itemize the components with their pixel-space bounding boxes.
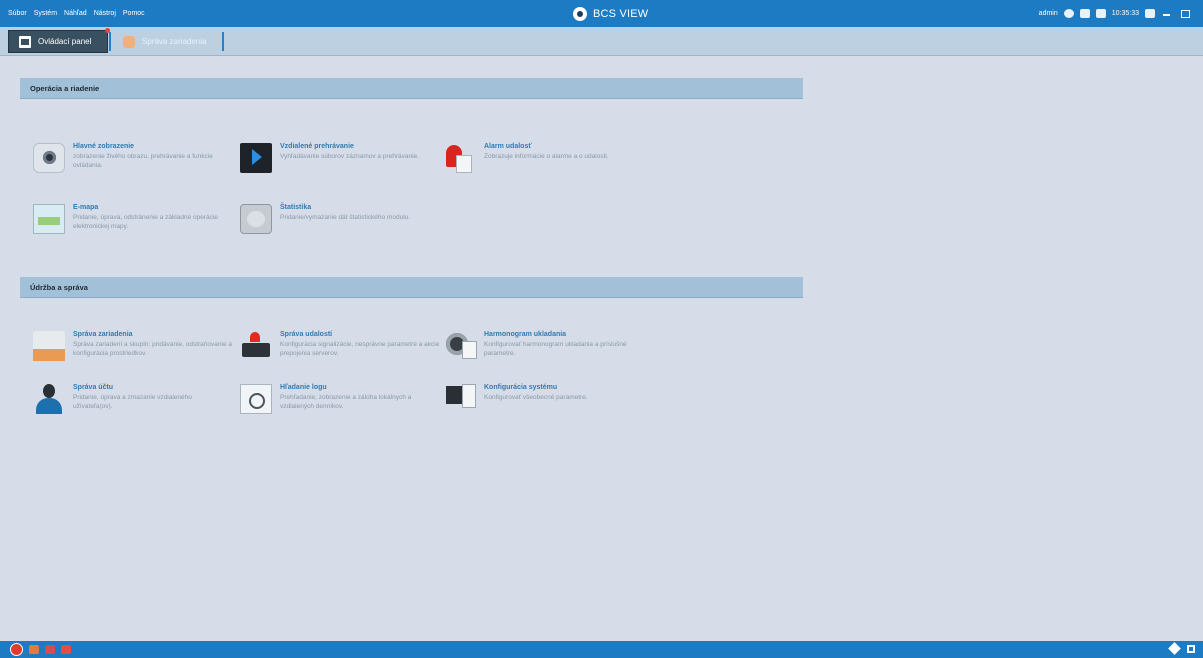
item-description: Konfigurovať harmonogram ukladania a prí…: [484, 341, 627, 357]
item-description: Konfigurácia signalizácie, nesprávne par…: [280, 341, 440, 357]
statistics-icon: [240, 204, 272, 234]
device-management-icon: [33, 331, 65, 361]
event-icon[interactable]: [29, 645, 39, 654]
alarm-warning-icon[interactable]: [10, 643, 23, 656]
tab-label: Ovládací panel: [38, 37, 92, 46]
app-title: BCS VIEW: [593, 8, 649, 20]
menu-tools[interactable]: Nástroj: [94, 10, 116, 17]
item-description: zobrazenie živého obrazu, prehrávanie a …: [73, 153, 213, 169]
tab-control-panel[interactable]: Ovládací panel: [8, 28, 110, 53]
audio-icon[interactable]: [61, 645, 71, 654]
item-remote-playback[interactable]: Vzdialené prehrávanie Vyhľadávanie súbor…: [240, 143, 440, 183]
alarm-icon: [444, 143, 476, 173]
clock: 10:35:33: [1111, 10, 1139, 17]
title-bar: Súbor Systém Náhľad Nástroj Pomoc BCS VI…: [0, 0, 1203, 27]
item-description: Vyhľadávanie súborov záznamov a prehráva…: [280, 153, 419, 160]
home-icon: [19, 35, 31, 48]
item-title: Správa zariadenia: [73, 331, 133, 338]
window-icon[interactable]: [1187, 644, 1195, 653]
menu-file[interactable]: Súbor: [8, 10, 27, 17]
bottom-right-tools: [1168, 642, 1195, 655]
menu-system[interactable]: Systém: [34, 10, 57, 17]
item-title: Správa udalostí: [280, 331, 333, 338]
log-search-icon: [240, 384, 272, 414]
item-title: Štatistika: [280, 204, 312, 211]
emap-icon: [33, 204, 65, 234]
tab-device-management[interactable]: Správa zariadenia: [113, 30, 223, 53]
status-area: admin 10:35:33: [1039, 0, 1191, 27]
pin-icon[interactable]: [1168, 642, 1181, 655]
item-user-account[interactable]: Správa účtu Pridanie, úprava a zmazanie …: [33, 384, 233, 424]
bottom-left-tools: [10, 643, 71, 656]
tab-bar: Ovládací panel Správa zariadenia: [0, 27, 1203, 56]
item-title: Správa účtu: [73, 384, 114, 391]
tab-label: Správa zariadenia: [142, 37, 207, 46]
item-description: Pridanie, úprava, odstránenie a základné…: [73, 214, 218, 230]
item-description: Pridanie, úprava a zmazanie vzdialeného …: [73, 394, 192, 410]
menu-bar: Súbor Systém Náhľad Nástroj Pomoc: [8, 0, 152, 27]
item-title: E-mapa: [73, 204, 99, 211]
maximize-button[interactable]: [1179, 9, 1191, 18]
item-log-search[interactable]: Hľadanie logu Prehľadanie, zobrazenie a …: [240, 384, 440, 424]
item-description: Zobrazuje informácie o alarme a o udalos…: [484, 153, 609, 160]
tab-divider: [109, 32, 111, 51]
user-account-icon: [33, 384, 65, 414]
app-brand: BCS VIEW: [573, 5, 648, 23]
menu-help[interactable]: Pomoc: [123, 10, 145, 17]
menu-view[interactable]: Náhľad: [64, 10, 87, 17]
item-emap[interactable]: E-mapa Pridanie, úprava, odstránenie a z…: [33, 204, 233, 244]
item-description: Prehľadanie, zobrazenie a záloha lokálny…: [280, 394, 412, 410]
item-description: Pridanie/vymazanie dát štatistického mod…: [280, 214, 411, 221]
item-device-management[interactable]: Správa zariadenia Správa zariadení a sku…: [33, 331, 233, 371]
app-logo-icon: [573, 7, 587, 21]
item-storage-schedule[interactable]: Harmonogram ukladania Konfigurovať harmo…: [444, 331, 644, 371]
item-main-view[interactable]: Hlavné zobrazenie zobrazenie živého obra…: [33, 143, 233, 183]
tab-divider: [222, 32, 224, 51]
camera-icon: [33, 143, 65, 173]
minimize-button[interactable]: [1161, 9, 1173, 18]
item-title: Vzdialené prehrávanie: [280, 143, 354, 150]
network-icon[interactable]: [1063, 9, 1074, 18]
item-system-config[interactable]: Konfigurácia systému Konfigurovať všeobe…: [444, 384, 644, 424]
item-title: Hľadanie logu: [280, 384, 327, 391]
item-title: Hlavné zobrazenie: [73, 143, 135, 150]
item-event-management[interactable]: Správa udalostí Konfigurácia signalizáci…: [240, 331, 440, 371]
playback-icon: [240, 143, 272, 173]
event-management-icon: [240, 331, 272, 361]
item-alarm-event[interactable]: Alarm udalosť Zobrazuje informácie o ala…: [444, 143, 644, 183]
item-title: Konfigurácia systému: [484, 384, 558, 391]
system-config-icon: [444, 384, 476, 414]
item-description: Konfigurovať všeobecné parametre.: [484, 394, 588, 401]
storage-schedule-icon: [444, 331, 477, 361]
bottom-bar: [0, 641, 1203, 658]
username[interactable]: admin: [1039, 10, 1058, 17]
item-title: Harmonogram ukladania: [484, 331, 567, 338]
section-header-operation: Operácia a riadenie: [20, 78, 803, 99]
lock-icon[interactable]: [1145, 9, 1155, 18]
device-icon: [123, 35, 135, 48]
item-description: Správa zariadení a skupín: pridávanie, o…: [73, 341, 232, 357]
record-icon[interactable]: [45, 645, 55, 654]
storage-icon[interactable]: [1095, 9, 1106, 18]
item-title: Alarm udalosť: [484, 143, 532, 150]
item-statistics[interactable]: Štatistika Pridanie/vymazanie dát štatis…: [240, 204, 440, 244]
section-header-maintenance: Údržba a správa: [20, 277, 803, 298]
monitor-icon[interactable]: [1079, 9, 1090, 18]
